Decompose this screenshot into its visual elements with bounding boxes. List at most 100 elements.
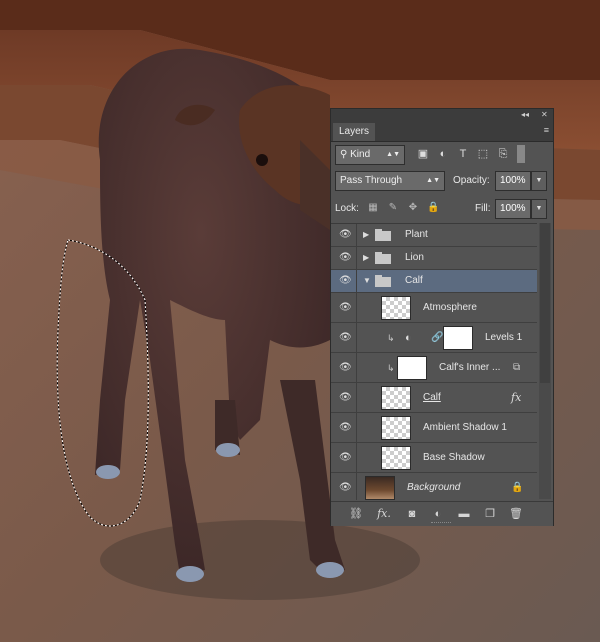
smart-object-icon: ⧉ (513, 361, 521, 373)
search-icon: ⚲ (340, 149, 351, 160)
close-icon[interactable]: ✕ (541, 109, 548, 121)
lock-row: Lock: ▦ ✎ ✥ 🔒 Fill: 100% ▼ (335, 197, 549, 219)
lock-all-icon[interactable]: 🔒 (427, 202, 439, 214)
visibility-toggle[interactable]: 👁 (331, 270, 357, 292)
fill-dropdown-icon[interactable]: ▼ (531, 199, 547, 219)
resize-grip[interactable] (431, 522, 451, 525)
clipping-arrow-icon: ↳ (387, 362, 395, 373)
visibility-toggle[interactable]: 👁 (331, 323, 357, 352)
new-group-icon[interactable]: ▬ (455, 506, 473, 522)
layer-name: Atmosphere (423, 301, 477, 313)
type-filter-icon[interactable]: T (455, 146, 471, 162)
layer-row[interactable]: 👁 Background 🔒 (331, 473, 537, 500)
expand-arrow-icon[interactable]: ▶ (363, 230, 369, 240)
folder-icon (375, 252, 391, 264)
layer-thumbnail (365, 476, 395, 500)
folder-open-icon (375, 275, 391, 287)
opacity-dropdown-icon[interactable]: ▼ (531, 171, 547, 191)
scrollbar-thumb[interactable] (540, 223, 550, 383)
layer-mask-thumbnail[interactable] (443, 326, 473, 350)
eye-icon: 👁 (339, 421, 352, 433)
layer-row[interactable]: 👁 Base Shadow (331, 443, 537, 473)
shape-filter-icon[interactable]: ⬚ (475, 146, 491, 162)
lock-icon: 🔒 (511, 481, 524, 493)
clipping-arrow-icon: ↳ (387, 332, 395, 343)
fill-input[interactable]: 100% (495, 199, 531, 219)
panel-menu-icon[interactable]: ≡ (544, 125, 549, 135)
adjustment-filter-icon[interactable]: ◐ (435, 146, 451, 162)
filter-toggle-icon[interactable] (517, 145, 525, 163)
layer-name: Plant (405, 229, 428, 240)
smart-object-filter-icon[interactable]: ⎘ (495, 146, 511, 162)
layers-scrollbar[interactable] (539, 223, 551, 499)
layer-thumbnail (397, 356, 427, 380)
eye-icon: 👁 (339, 451, 352, 463)
layers-panel: ◂◂ ✕ Layers ≡ ⚲ Kind ▲▼ ▣ ◐ T ⬚ ⎘ Pass Th… (330, 108, 554, 526)
layer-name: Background (407, 481, 461, 493)
layer-row[interactable]: 👁 Calf fx (331, 383, 537, 413)
fx-icon[interactable]: fx. (375, 506, 393, 522)
eye-icon: 👁 (339, 481, 352, 493)
mask-link-icon[interactable]: 🔗 (431, 331, 443, 345)
layer-row[interactable]: 👁 ↳ ◐ 🔗 Levels 1 (331, 323, 537, 353)
link-layers-icon[interactable]: ⛓ (347, 506, 365, 522)
lock-position-icon[interactable]: ✥ (407, 202, 419, 214)
opacity-label: Opacity: (453, 175, 490, 186)
visibility-toggle[interactable]: 👁 (331, 383, 357, 412)
blend-mode-value: Pass Through (340, 175, 403, 186)
levels-adjustment-icon: ◐ (405, 331, 412, 344)
filter-kind-select[interactable]: ⚲ Kind ▲▼ (335, 145, 405, 165)
visibility-toggle[interactable]: 👁 (331, 413, 357, 442)
layer-name: Levels 1 (485, 331, 523, 343)
layer-row[interactable]: 👁 Ambient Shadow 1 (331, 413, 537, 443)
visibility-toggle[interactable]: 👁 (331, 353, 357, 382)
folder-icon (375, 229, 391, 241)
layer-thumbnail (381, 416, 411, 440)
updown-icon: ▲▼ (426, 177, 440, 184)
eye-icon: 👁 (339, 361, 352, 373)
layer-name: Ambient Shadow 1 (423, 421, 507, 433)
fill-label: Fill: (475, 203, 491, 214)
visibility-toggle[interactable]: 👁 (331, 224, 357, 246)
layer-row[interactable]: 👁 ↳ Calf's Inner ... ⧉ (331, 353, 537, 383)
calf-shadow (100, 520, 420, 600)
eye-icon: 👁 (339, 301, 352, 313)
layer-name: Base Shadow (423, 451, 485, 463)
visibility-toggle[interactable]: 👁 (331, 247, 357, 269)
layer-name: Lion (405, 252, 424, 263)
eye-icon: 👁 (339, 391, 352, 403)
lock-transparency-icon[interactable]: ▦ (367, 202, 379, 214)
new-adjustment-icon[interactable]: ◐ (429, 506, 447, 522)
filter-row: ⚲ Kind ▲▼ ▣ ◐ T ⬚ ⎘ (335, 143, 549, 165)
tab-layers[interactable]: Layers (333, 123, 376, 141)
expand-arrow-icon[interactable]: ▶ (363, 253, 369, 263)
layer-row[interactable]: 👁 Atmosphere (331, 293, 537, 323)
layer-row[interactable]: 👁 ▶ Lion (331, 247, 537, 270)
collapse-icon[interactable]: ◂◂ (521, 109, 529, 121)
eye-icon: 👁 (339, 252, 352, 263)
eye-icon: 👁 (339, 331, 352, 343)
lock-label: Lock: (335, 203, 359, 214)
image-filter-icon[interactable]: ▣ (415, 146, 431, 162)
layer-row[interactable]: 👁 ▶ Plant (331, 224, 537, 247)
lock-image-icon[interactable]: ✎ (387, 202, 399, 214)
filter-kind-value: Kind (350, 149, 371, 160)
panel-titlebar[interactable]: ◂◂ ✕ (331, 109, 553, 121)
blend-mode-select[interactable]: Pass Through ▲▼ (335, 171, 445, 191)
layer-thumbnail (381, 296, 411, 320)
visibility-toggle[interactable]: 👁 (331, 443, 357, 472)
add-mask-icon[interactable]: ◙ (403, 506, 421, 522)
layer-row-selected[interactable]: 👁 ▼ Calf (331, 270, 537, 293)
tab-bar: Layers ≡ (331, 121, 553, 142)
layer-thumbnail (381, 386, 411, 410)
fx-icon[interactable]: fx (511, 391, 521, 405)
visibility-toggle[interactable]: 👁 (331, 473, 357, 500)
opacity-input[interactable]: 100% (495, 171, 531, 191)
collapse-arrow-icon[interactable]: ▼ (363, 276, 371, 286)
layer-name: Calf's Inner ... (439, 361, 501, 373)
new-layer-icon[interactable]: ❐ (481, 506, 499, 522)
layer-name: Calf (423, 391, 441, 403)
delete-layer-icon[interactable]: 🗑 (507, 506, 525, 522)
blend-row: Pass Through ▲▼ Opacity: 100% ▼ (335, 169, 549, 191)
visibility-toggle[interactable]: 👁 (331, 293, 357, 322)
